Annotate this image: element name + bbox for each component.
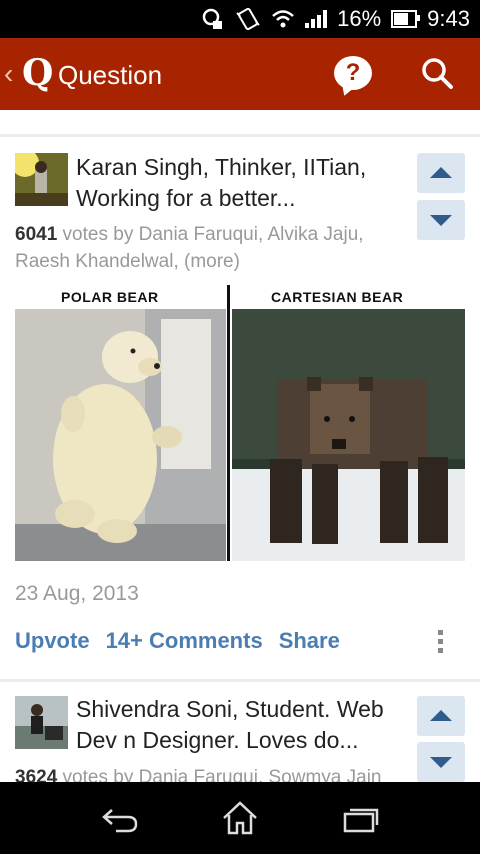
voters-text: votes by Dania Faruqui, Alvika Jaju, Rae…: [15, 224, 364, 272]
comments-link[interactable]: 14+ Comments: [106, 628, 263, 654]
recent-apps-icon[interactable]: [342, 804, 380, 834]
action-row: Upvote 14+ Comments Share: [15, 628, 340, 654]
image-label-right: CARTESIAN BEAR: [271, 289, 404, 305]
answer-date: 23 Aug, 2013: [15, 582, 139, 605]
answer-card: Karan Singh, Thinker, IITian, Working fo…: [0, 0, 480, 680]
avatar[interactable]: [15, 153, 68, 206]
upvote-link[interactable]: Upvote: [15, 628, 90, 654]
image-label-left: POLAR BEAR: [61, 289, 159, 305]
downvote-arrow-button[interactable]: [417, 742, 465, 782]
back-arrow-icon[interactable]: [100, 804, 140, 834]
navigation-bar: [0, 782, 480, 854]
avatar[interactable]: [15, 696, 68, 749]
downvote-arrow-button[interactable]: [417, 200, 465, 240]
home-icon[interactable]: [220, 800, 260, 836]
author-name[interactable]: Karan Singh, Thinker, IITian, Working fo…: [76, 152, 396, 214]
votes-line[interactable]: 3624 votes by Dania Faruqui, Sowmya Jain: [15, 764, 395, 782]
upvote-arrow-button[interactable]: [417, 696, 465, 736]
answer-image[interactable]: POLAR BEAR CARTESIAN BEAR: [15, 285, 465, 561]
vote-count: 6041: [15, 224, 58, 245]
answer-card: Shivendra Soni, Student. Web Dev n Desig…: [0, 682, 480, 782]
vote-count: 3624: [15, 767, 58, 782]
author-name[interactable]: Shivendra Soni, Student. Web Dev n Desig…: [76, 694, 396, 756]
voters-text: votes by Dania Faruqui, Sowmya Jain: [57, 767, 382, 782]
share-link[interactable]: Share: [279, 628, 340, 654]
polar-bear-photo: [15, 309, 226, 561]
image-divider: [227, 285, 230, 561]
votes-line[interactable]: 6041 votes by Dania Faruqui, Alvika Jaju…: [15, 221, 395, 275]
upvote-arrow-button[interactable]: [417, 153, 465, 193]
overflow-menu-icon[interactable]: [438, 630, 444, 657]
cartesian-bear-photo: [232, 309, 465, 561]
